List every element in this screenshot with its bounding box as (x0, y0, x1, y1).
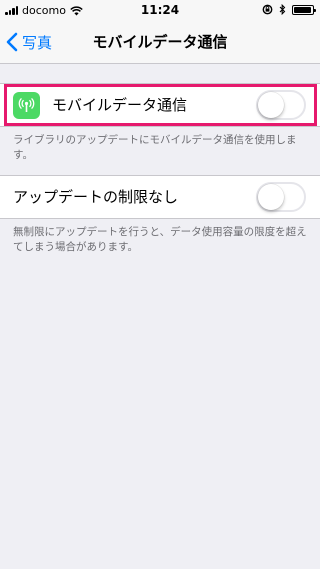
unlimited-updates-label: アップデートの制限なし (13, 188, 179, 206)
antenna-icon (13, 92, 40, 119)
battery-icon (292, 4, 316, 15)
unlimited-updates-cell: アップデートの制限なし (0, 175, 320, 219)
rotation-lock-icon (262, 4, 273, 15)
unlimited-updates-footer: 無制限にアップデートを行うと、データ使用容量の限度を超えてしまう場合があります。 (13, 226, 307, 253)
battery-fill (294, 6, 311, 13)
navigation-bar: 写真 モバイルデータ通信 (0, 20, 320, 64)
unlimited-updates-toggle[interactable] (256, 182, 306, 212)
toggle-knob (258, 92, 284, 118)
mobile-data-label: モバイルデータ通信 (52, 96, 188, 114)
page-title: モバイルデータ通信 (92, 33, 228, 51)
bluetooth-icon (279, 4, 286, 15)
mobile-data-cell: モバイルデータ通信 (0, 83, 320, 127)
toggle-knob (258, 184, 284, 210)
mobile-data-toggle[interactable] (256, 90, 306, 120)
mobile-data-footer: ライブラリのアップデートにモバイルデータ通信を使用します。 (13, 134, 297, 161)
status-bar: docomo 11:24 (0, 0, 320, 20)
status-right (262, 4, 316, 15)
